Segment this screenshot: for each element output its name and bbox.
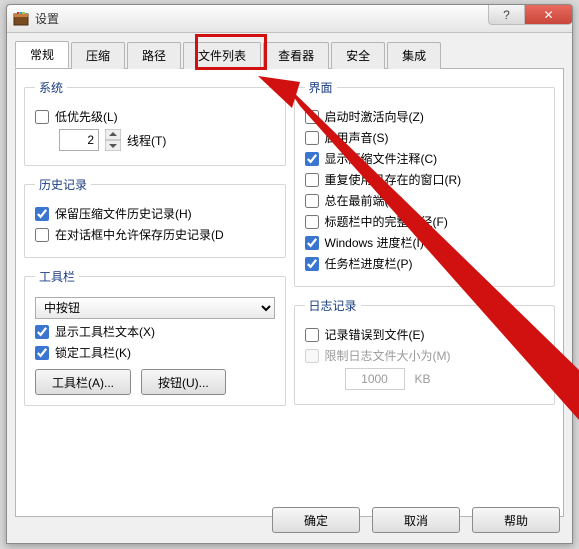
group-history: 历史记录 保留压缩文件历史记录(H) 在对话框中允许保存历史记录(D (24, 176, 286, 258)
label-dialog-history: 在对话框中允许保存历史记录(D (55, 226, 224, 243)
group-system-legend: 系统 (35, 79, 67, 96)
tab-general[interactable]: 常规 (15, 41, 69, 68)
tab-compression[interactable]: 压缩 (71, 42, 125, 69)
tab-security[interactable]: 安全 (331, 42, 385, 69)
label-windows-progress: Windows 进度栏(I) (325, 234, 424, 251)
tab-pane-general: 系统 低优先级(L) 线程(T) 历史记录 保留压缩文件历史记录(H) (15, 69, 564, 517)
tab-paths[interactable]: 路径 (127, 42, 181, 69)
label-show-comment: 显示压缩文件注释(C) (325, 150, 438, 167)
window-title: 设置 (35, 10, 59, 27)
titlebar[interactable]: 设置 ? ✕ (7, 5, 572, 33)
button-toolbars[interactable]: 工具栏(A)... (35, 369, 131, 395)
label-full-path-title: 标题栏中的完整路径(F) (325, 213, 448, 230)
checkbox-taskbar-progress[interactable] (305, 257, 319, 271)
checkbox-dialog-history[interactable] (35, 228, 49, 242)
checkbox-activate-wizard[interactable] (305, 110, 319, 124)
window-controls: ? ✕ (488, 5, 572, 25)
tab-viewer[interactable]: 查看器 (263, 42, 329, 69)
label-always-on-top: 总在最前端(W) (325, 192, 404, 209)
group-log-legend: 日志记录 (305, 297, 361, 314)
checkbox-lock-toolbar[interactable] (35, 346, 49, 360)
settings-dialog: 设置 ? ✕ 常规 压缩 路径 文件列表 查看器 安全 集成 系统 低优先级(L… (6, 4, 573, 544)
label-reuse-window: 重复使用已存在的窗口(R) (325, 171, 462, 188)
tab-file-list[interactable]: 文件列表 (183, 42, 261, 69)
label-activate-wizard: 启动时激活向导(Z) (325, 108, 424, 125)
label-lock-toolbar: 锁定工具栏(K) (55, 344, 131, 361)
label-taskbar-progress: 任务栏进度栏(P) (325, 255, 413, 272)
tab-strip: 常规 压缩 路径 文件列表 查看器 安全 集成 (15, 41, 564, 69)
label-log-unit: KB (415, 372, 431, 386)
select-toolbar-size[interactable]: 中按钮 (35, 297, 275, 319)
group-toolbar: 工具栏 中按钮 显示工具栏文本(X) 锁定工具栏(K) 工具栏(A)... 按钮… (24, 268, 286, 406)
label-enable-sound: 启用声音(S) (325, 129, 389, 146)
checkbox-show-toolbar-text[interactable] (35, 325, 49, 339)
close-button[interactable]: ✕ (524, 5, 572, 25)
checkbox-enable-sound[interactable] (305, 131, 319, 145)
checkbox-show-comment[interactable] (305, 152, 319, 166)
button-buttons[interactable]: 按钮(U)... (141, 369, 226, 395)
label-show-toolbar-text: 显示工具栏文本(X) (55, 323, 155, 340)
checkbox-limit-log (305, 349, 319, 363)
ok-button[interactable]: 确定 (272, 507, 360, 533)
checkbox-full-path-title[interactable] (305, 215, 319, 229)
label-threads: 线程(T) (127, 132, 166, 149)
left-column: 系统 低优先级(L) 线程(T) 历史记录 保留压缩文件历史记录(H) (24, 79, 286, 506)
checkbox-low-priority[interactable] (35, 110, 49, 124)
app-icon (13, 11, 29, 27)
group-history-legend: 历史记录 (35, 176, 91, 193)
help-dialog-button[interactable]: 帮助 (472, 507, 560, 533)
checkbox-always-on-top[interactable] (305, 194, 319, 208)
checkbox-keep-archive-history[interactable] (35, 207, 49, 221)
checkbox-windows-progress[interactable] (305, 236, 319, 250)
dialog-buttons: 确定 取消 帮助 (272, 507, 560, 533)
label-log-errors: 记录错误到文件(E) (325, 326, 425, 343)
checkbox-reuse-window[interactable] (305, 173, 319, 187)
group-toolbar-legend: 工具栏 (35, 268, 79, 285)
group-interface: 界面 启动时激活向导(Z) 启用声音(S) 显示压缩文件注释(C) 重复使用已存… (294, 79, 556, 287)
label-keep-archive-history: 保留压缩文件历史记录(H) (55, 205, 192, 222)
help-button[interactable]: ? (488, 5, 524, 25)
tab-integration[interactable]: 集成 (387, 42, 441, 69)
group-interface-legend: 界面 (305, 79, 337, 96)
checkbox-log-errors[interactable] (305, 328, 319, 342)
label-low-priority: 低优先级(L) (55, 108, 118, 125)
right-column: 界面 启动时激活向导(Z) 启用声音(S) 显示压缩文件注释(C) 重复使用已存… (294, 79, 556, 506)
group-system: 系统 低优先级(L) 线程(T) (24, 79, 286, 166)
group-log: 日志记录 记录错误到文件(E) 限制日志文件大小为(M) KB (294, 297, 556, 405)
cancel-button[interactable]: 取消 (372, 507, 460, 533)
input-threads[interactable] (59, 129, 99, 151)
label-limit-log: 限制日志文件大小为(M) (325, 347, 451, 364)
spinner-icon[interactable] (105, 129, 121, 151)
input-log-size (345, 368, 405, 390)
